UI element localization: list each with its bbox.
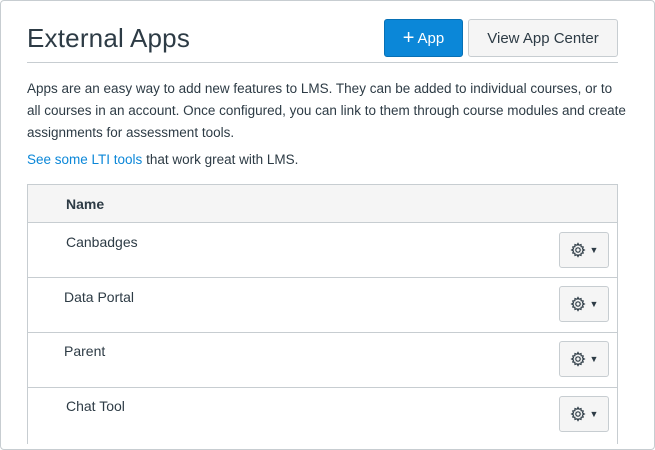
app-name: Chat Tool: [66, 398, 125, 414]
settings-menu-button[interactable]: ▼: [559, 341, 609, 377]
add-app-button[interactable]: + App: [384, 19, 463, 57]
app-name: Parent: [64, 343, 106, 359]
app-name: Canbadges: [66, 234, 138, 250]
gear-icon: [569, 406, 586, 422]
table-header: Name: [28, 185, 617, 223]
description-text: Apps are an easy way to add new features…: [27, 81, 626, 140]
plus-icon: +: [402, 27, 415, 49]
settings-menu-button[interactable]: ▼: [559, 232, 609, 268]
apps-table: Name Canbadges ▼ Data Portal ▼ Parent ▼ …: [27, 184, 618, 444]
table-row: Canbadges ▼: [28, 223, 617, 278]
gear-icon: [569, 351, 586, 367]
caret-down-icon: ▼: [589, 245, 599, 255]
page-header: External Apps + App View App Center: [27, 19, 618, 63]
external-apps-panel: External Apps + App View App Center Apps…: [0, 0, 655, 450]
table-row: Data Portal ▼: [28, 278, 617, 333]
caret-down-icon: ▼: [589, 409, 599, 419]
caret-down-icon: ▼: [589, 354, 599, 364]
view-app-center-button[interactable]: View App Center: [468, 19, 618, 57]
table-row: Parent ▼: [28, 333, 617, 388]
lti-tools-suffix: that work great with LMS.: [142, 152, 299, 167]
table-row: Chat Tool ▼: [28, 388, 617, 443]
settings-menu-button[interactable]: ▼: [559, 396, 609, 432]
page-title: External Apps: [27, 23, 191, 53]
column-header-name: Name: [66, 196, 105, 212]
add-app-button-label: App: [417, 29, 445, 47]
app-name: Data Portal: [64, 289, 135, 305]
settings-menu-button[interactable]: ▼: [559, 286, 609, 322]
lti-tools-link[interactable]: See some LTI tools: [27, 152, 142, 167]
caret-down-icon: ▼: [589, 299, 599, 309]
gear-icon: [569, 296, 586, 312]
lti-tools-line: See some LTI tools that work great with …: [27, 152, 298, 167]
gear-icon: [569, 242, 586, 258]
